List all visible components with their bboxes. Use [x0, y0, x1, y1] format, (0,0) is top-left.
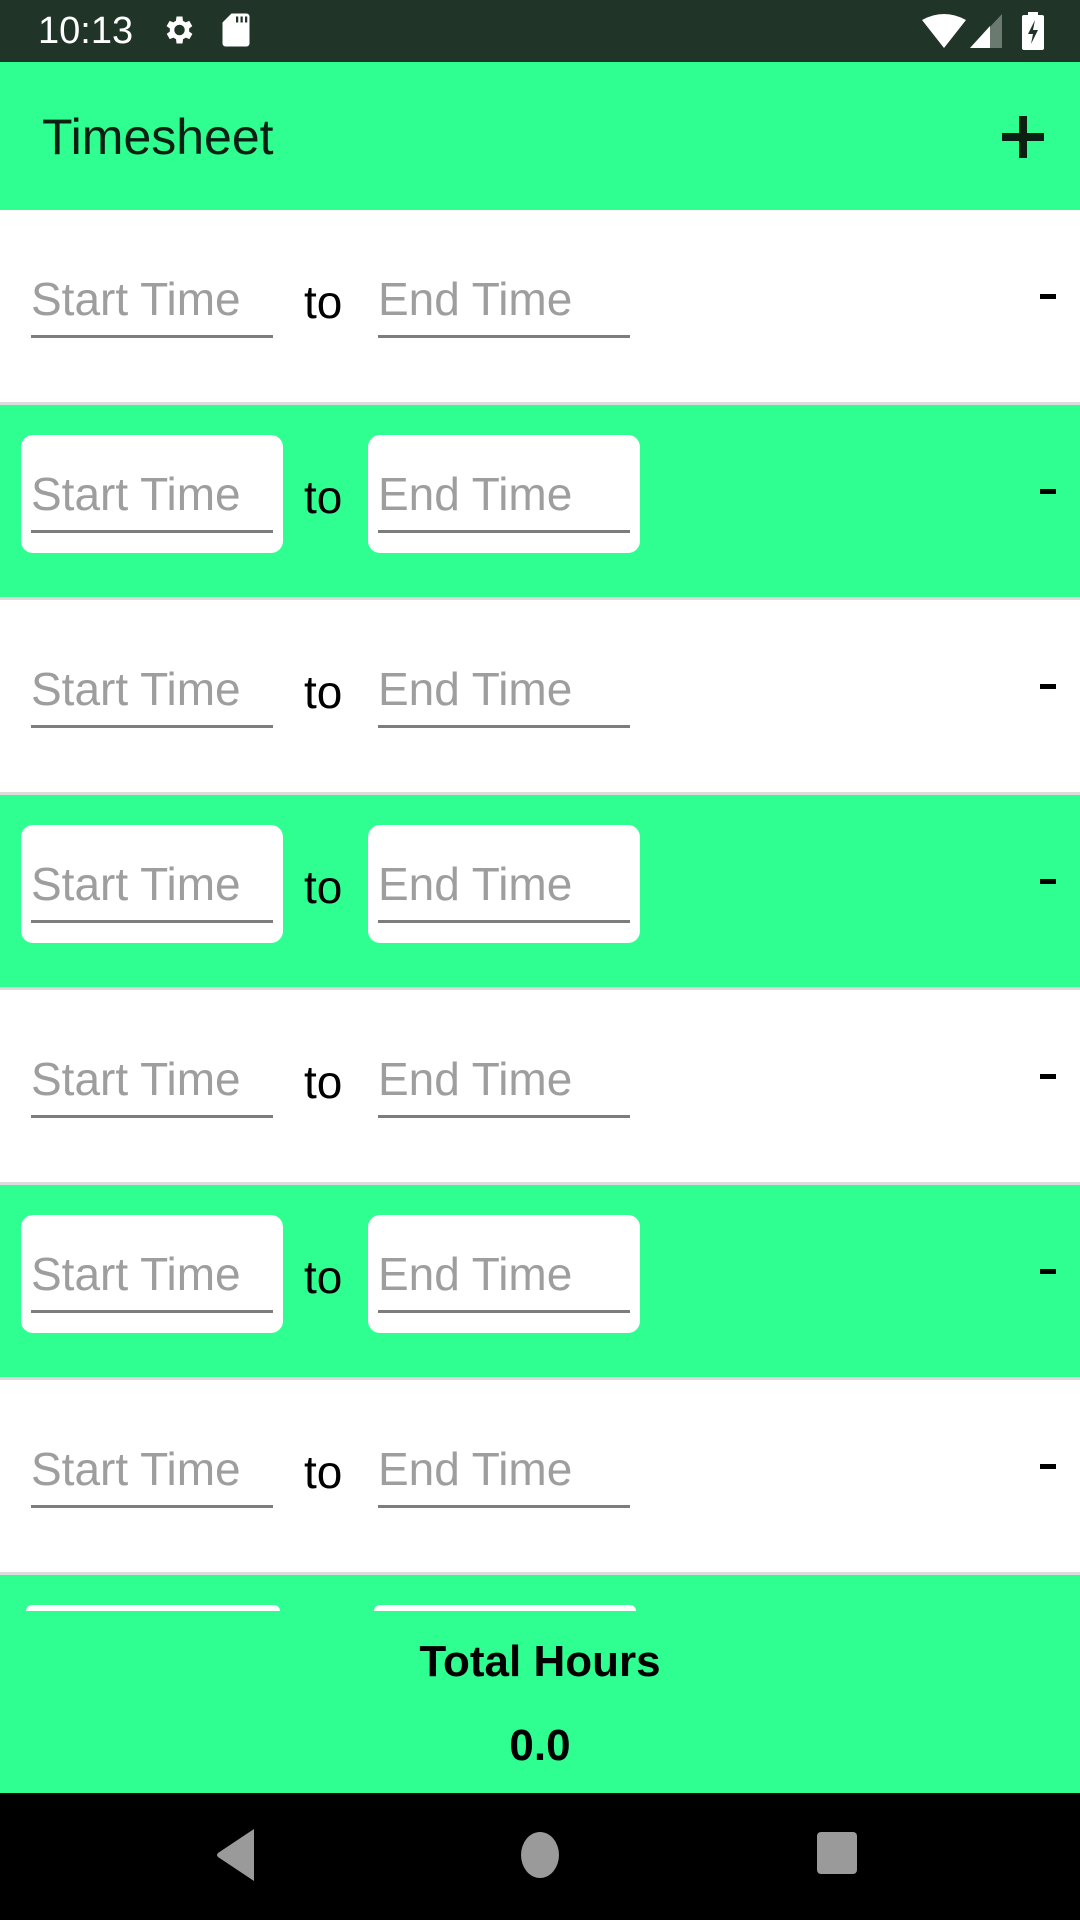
settings-icon	[160, 12, 196, 53]
peek-start-field	[26, 1605, 280, 1611]
cell-signal-icon	[970, 14, 1002, 53]
start-time-placeholder: Start Time	[31, 858, 241, 910]
remove-entry-button[interactable]	[1040, 1269, 1056, 1274]
start-time-field[interactable]: Start Time	[21, 825, 283, 943]
end-time-field[interactable]: End Time	[368, 825, 640, 943]
start-time-placeholder: Start Time	[31, 1443, 241, 1495]
time-entry-row: Start Time to End Time	[0, 1185, 1080, 1380]
start-time-underline	[31, 530, 273, 533]
remove-entry-button[interactable]	[1040, 1464, 1056, 1469]
plus-icon	[1002, 116, 1044, 158]
remove-entry-button[interactable]	[1040, 879, 1056, 884]
start-time-field[interactable]: Start Time	[21, 630, 283, 748]
end-time-field[interactable]: End Time	[368, 435, 640, 553]
app-bar: Timesheet	[0, 62, 1080, 210]
to-separator: to	[304, 861, 343, 913]
to-separator: to	[304, 471, 343, 523]
end-time-underline	[378, 530, 630, 533]
peek-end-field	[374, 1605, 636, 1611]
end-time-underline	[378, 725, 630, 728]
start-time-placeholder: Start Time	[31, 1248, 241, 1300]
end-time-placeholder: End Time	[378, 1248, 573, 1300]
wifi-icon	[922, 14, 966, 53]
end-time-field[interactable]: End Time	[368, 1020, 640, 1138]
end-time-placeholder: End Time	[378, 468, 573, 520]
start-time-placeholder: Start Time	[31, 468, 241, 520]
to-separator: to	[304, 1056, 343, 1108]
remove-entry-button[interactable]	[1040, 1074, 1056, 1079]
start-time-field[interactable]: Start Time	[21, 1410, 283, 1528]
start-time-underline	[31, 725, 273, 728]
end-time-underline	[378, 1505, 630, 1508]
total-hours-panel: Total Hours 0.0	[0, 1575, 1080, 1793]
status-bar: 10:13	[0, 0, 1080, 62]
battery-charging-icon	[1022, 12, 1044, 55]
total-hours-label: Total Hours	[419, 1637, 661, 1686]
start-time-underline	[31, 1505, 273, 1508]
to-separator: to	[304, 1446, 343, 1498]
time-entry-row: Start Time to End Time	[0, 990, 1080, 1185]
start-time-placeholder: Start Time	[31, 273, 241, 325]
to-separator: to	[304, 1251, 343, 1303]
back-icon	[217, 1829, 254, 1881]
end-time-field[interactable]: End Time	[368, 1410, 640, 1528]
total-hours-value: 0.0	[509, 1721, 571, 1770]
start-time-underline	[31, 1310, 273, 1313]
start-time-underline	[31, 920, 273, 923]
start-time-field[interactable]: Start Time	[21, 1020, 283, 1138]
time-entry-row: Start Time to End Time	[0, 600, 1080, 795]
start-time-underline	[31, 1115, 273, 1118]
status-time: 10:13	[38, 10, 134, 52]
start-time-field[interactable]: Start Time	[21, 240, 283, 358]
end-time-placeholder: End Time	[378, 1443, 573, 1495]
time-entry-row: Start Time to End Time	[0, 1380, 1080, 1575]
end-time-field[interactable]: End Time	[368, 240, 640, 358]
home-button[interactable]	[520, 1831, 560, 1884]
to-separator: to	[304, 276, 343, 328]
home-icon	[521, 1832, 559, 1878]
recents-button[interactable]	[816, 1831, 858, 1880]
start-time-placeholder: Start Time	[31, 663, 241, 715]
end-time-underline	[378, 335, 630, 338]
time-entry-row: Start Time to End Time	[0, 210, 1080, 405]
end-time-underline	[378, 1310, 630, 1313]
navigation-bar	[0, 1793, 1080, 1920]
end-time-underline	[378, 1115, 630, 1118]
page-title: Timesheet	[42, 109, 274, 165]
remove-entry-button[interactable]	[1040, 684, 1056, 689]
remove-entry-button[interactable]	[1040, 294, 1056, 299]
back-button[interactable]	[214, 1827, 260, 1888]
end-time-placeholder: End Time	[378, 273, 573, 325]
start-time-placeholder: Start Time	[31, 1053, 241, 1105]
end-time-field[interactable]: End Time	[368, 630, 640, 748]
end-time-placeholder: End Time	[378, 663, 573, 715]
to-separator: to	[304, 666, 343, 718]
end-time-underline	[378, 920, 630, 923]
add-entry-button[interactable]	[996, 110, 1050, 164]
time-entry-row: Start Time to End Time	[0, 405, 1080, 600]
recents-icon	[817, 1832, 857, 1874]
end-time-field[interactable]: End Time	[368, 1215, 640, 1333]
start-time-underline	[31, 335, 273, 338]
end-time-placeholder: End Time	[378, 1053, 573, 1105]
timesheet-list[interactable]: Start Time to End Time Start Time to End Time…	[0, 210, 1080, 1575]
sd-card-icon	[222, 12, 250, 53]
start-time-field[interactable]: Start Time	[21, 435, 283, 553]
remove-entry-button[interactable]	[1040, 489, 1056, 494]
start-time-field[interactable]: Start Time	[21, 1215, 283, 1333]
end-time-placeholder: End Time	[378, 858, 573, 910]
time-entry-row: Start Time to End Time	[0, 795, 1080, 990]
